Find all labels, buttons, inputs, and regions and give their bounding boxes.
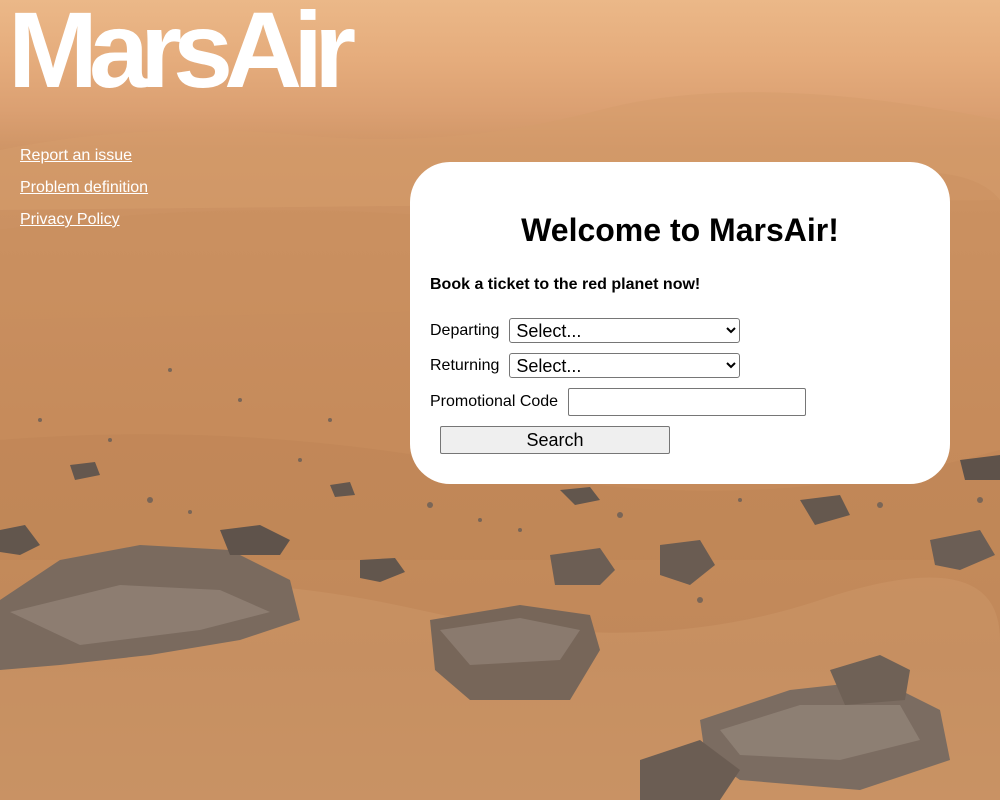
side-navigation: Report an issue Problem definition Priva… bbox=[20, 145, 148, 241]
welcome-heading: Welcome to MarsAir! bbox=[521, 212, 839, 248]
returning-label: Returning bbox=[430, 356, 500, 374]
promo-code-input[interactable] bbox=[568, 388, 807, 416]
departing-select[interactable]: Select... bbox=[509, 318, 741, 343]
departing-row: Departing Select... bbox=[430, 318, 741, 343]
nav-item-privacy-policy: Privacy Policy bbox=[20, 209, 148, 241]
booking-tagline: Book a ticket to the red planet now! bbox=[430, 276, 701, 293]
nav-item-problem-definition: Problem definition bbox=[20, 177, 148, 209]
nav-item-report-issue: Report an issue bbox=[20, 145, 148, 177]
returning-row: Returning Select... bbox=[430, 353, 741, 378]
problem-definition-link[interactable]: Problem definition bbox=[20, 179, 148, 196]
booking-panel: Welcome to MarsAir! Book a ticket to the… bbox=[410, 162, 950, 484]
returning-select[interactable]: Select... bbox=[509, 353, 741, 378]
site-logo: MarsAir bbox=[8, 0, 356, 110]
promo-code-row: Promotional Code bbox=[430, 388, 807, 416]
promo-code-label: Promotional Code bbox=[430, 393, 559, 410]
departing-label: Departing bbox=[430, 321, 500, 339]
search-button[interactable]: Search bbox=[440, 426, 670, 454]
report-issue-link[interactable]: Report an issue bbox=[20, 147, 132, 164]
privacy-policy-link[interactable]: Privacy Policy bbox=[20, 211, 120, 228]
